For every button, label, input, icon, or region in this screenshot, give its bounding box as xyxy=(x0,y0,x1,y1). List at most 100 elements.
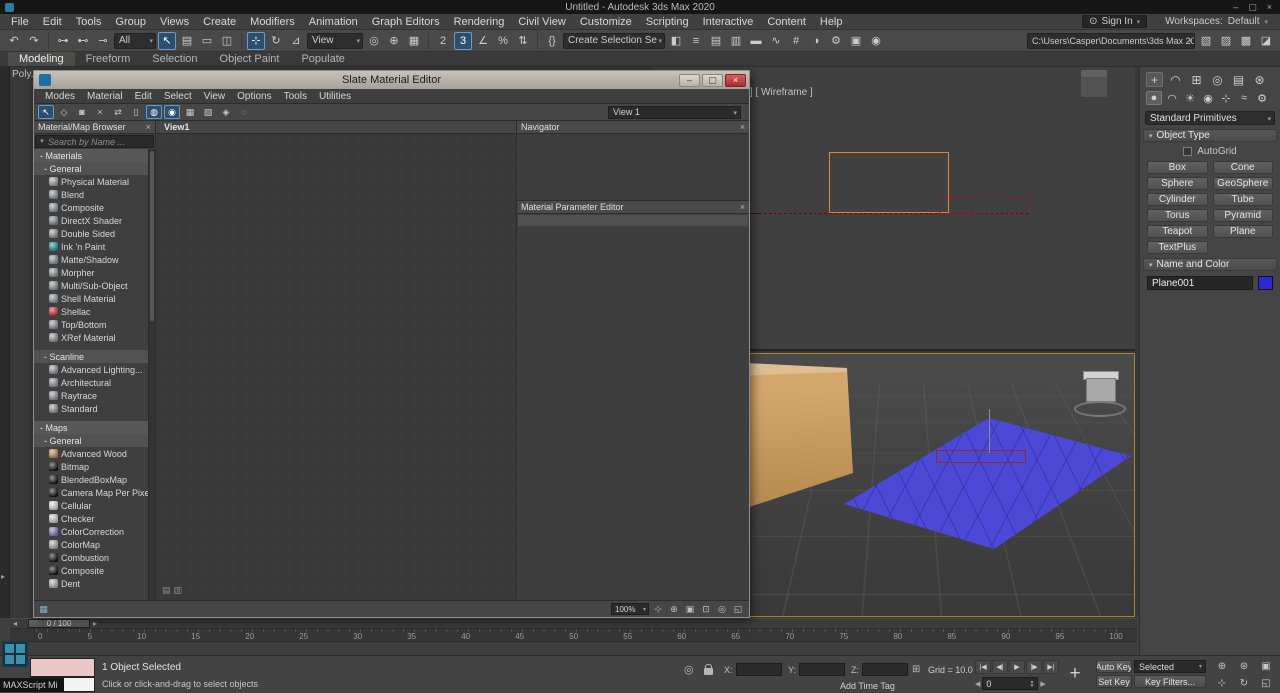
browser-item-combustion[interactable]: Combustion xyxy=(34,551,148,564)
browser-item-cellular[interactable]: Cellular xyxy=(34,499,148,512)
show-shaded-material-icon[interactable]: ◍ xyxy=(146,105,162,119)
auto-key-button[interactable]: Auto Key xyxy=(1096,660,1132,673)
go-to-start-button[interactable]: |◀ xyxy=(975,660,991,674)
close-icon[interactable]: × xyxy=(740,202,745,212)
previous-frame-arrow[interactable]: ◂ xyxy=(10,619,20,628)
mirror-icon[interactable]: ◧ xyxy=(667,32,685,50)
space-warps-category-icon[interactable]: ≈ xyxy=(1236,91,1252,105)
sphere-button[interactable]: Sphere xyxy=(1147,177,1208,190)
next-frame-arrow[interactable]: ▸ xyxy=(90,619,100,628)
display-tab-icon[interactable]: ▤ xyxy=(1230,72,1247,87)
browser-item-top-bottom[interactable]: Top/Bottom xyxy=(34,318,148,331)
autogrid-checkbox[interactable] xyxy=(1183,147,1192,156)
browser-item-double-sided[interactable]: Double Sided xyxy=(34,227,148,240)
browser-item-physical-material[interactable]: Physical Material xyxy=(34,175,148,188)
display-window-icon[interactable]: ▩ xyxy=(1237,32,1255,50)
torus-button[interactable]: Torus xyxy=(1147,209,1208,222)
select-and-scale-icon[interactable]: ⊿ xyxy=(287,32,305,50)
zoom-region-icon[interactable]: ⊡ xyxy=(699,603,713,616)
isolate-selection-icon[interactable]: ◎ xyxy=(684,663,694,676)
selection-region-icon[interactable]: ▭ xyxy=(198,32,216,50)
keyboard-override-icon[interactable]: ▦ xyxy=(405,32,423,50)
object-color-swatch[interactable] xyxy=(1258,276,1273,290)
window-crossing-icon[interactable]: ◫ xyxy=(218,32,236,50)
navigator-body[interactable] xyxy=(517,134,749,201)
spinner-snap-icon[interactable]: ⇅ xyxy=(514,32,532,50)
add-time-tag[interactable]: Add Time Tag xyxy=(840,681,895,691)
close-icon[interactable]: × xyxy=(740,122,745,132)
spinner-icon[interactable]: ▲▼ xyxy=(1029,680,1034,688)
teapot-button[interactable]: Teapot xyxy=(1147,225,1208,238)
snap-2d-icon[interactable]: 2 xyxy=(434,32,452,50)
zoom-extents-icon[interactable]: ▣ xyxy=(683,603,697,616)
maximize-view-icon[interactable]: ◱ xyxy=(731,603,745,616)
menu-item[interactable]: Interactive xyxy=(696,16,761,28)
viewcube-ring[interactable] xyxy=(1074,401,1126,417)
select-tool-icon[interactable]: ↖ xyxy=(38,105,54,119)
zoom-tool-icon[interactable]: ⊕ xyxy=(667,603,681,616)
ribbon-tab[interactable]: Modeling xyxy=(8,52,75,66)
hide-unused-nodeslots-icon[interactable]: ▯ xyxy=(128,105,144,119)
menu-item[interactable]: Create xyxy=(196,16,243,28)
selection-filter-dropdown[interactable]: All xyxy=(114,33,156,49)
undo-icon[interactable]: ↶ xyxy=(5,32,23,50)
slate-menu-item[interactable]: View xyxy=(198,91,232,102)
menu-item[interactable]: Help xyxy=(813,16,850,28)
browser-item-architectural[interactable]: Architectural xyxy=(34,376,148,389)
browser-group-maps-general[interactable]: - General xyxy=(34,434,148,447)
slate-menu-item[interactable]: Tools xyxy=(278,91,313,102)
browser-header[interactable]: Material/Map Browser × xyxy=(34,121,155,134)
menu-item[interactable]: Views xyxy=(153,16,196,28)
curve-editor-icon[interactable]: ∿ xyxy=(767,32,785,50)
lock-selection-icon[interactable] xyxy=(704,668,713,675)
unlink-selection-icon[interactable]: ⊷ xyxy=(74,32,92,50)
search-dropdown-icon[interactable]: ▼ xyxy=(39,139,45,145)
scrollbar-thumb[interactable] xyxy=(150,151,154,321)
pan-to-selected-icon[interactable]: ◎ xyxy=(715,603,729,616)
shapes-category-icon[interactable]: ◠ xyxy=(1164,91,1180,105)
layers-window-icon[interactable]: ▨ xyxy=(1217,32,1235,50)
pick-material-icon[interactable]: ◇ xyxy=(56,105,72,119)
menu-item[interactable]: Scripting xyxy=(639,16,696,28)
canvas-note-icon[interactable]: ▤ xyxy=(162,585,171,596)
box-wireframe[interactable] xyxy=(829,152,949,213)
param-editor-header[interactable]: Material Parameter Editor × xyxy=(517,201,749,214)
sign-in-button[interactable]: ⊙ Sign In ▾ xyxy=(1082,15,1147,28)
box-button[interactable]: Box xyxy=(1147,161,1208,174)
browser-item-standard[interactable]: Standard xyxy=(34,402,148,415)
maximize-button[interactable]: ▢ xyxy=(1248,2,1257,13)
ribbon-tab[interactable]: Populate xyxy=(290,52,355,66)
browser-group-maps[interactable]: - Maps xyxy=(34,421,148,434)
browser-item-checker[interactable]: Checker xyxy=(34,512,148,525)
lights-category-icon[interactable]: ☀ xyxy=(1182,91,1198,105)
close-icon[interactable]: × xyxy=(146,122,151,132)
reference-coordinate-dropdown[interactable]: View xyxy=(307,33,363,49)
ribbon-toggle-icon[interactable]: ▬ xyxy=(747,32,765,50)
pan-icon[interactable]: ⊹ xyxy=(1212,676,1232,691)
menu-item[interactable]: Civil View xyxy=(511,16,572,28)
param-editor-body[interactable] xyxy=(517,227,749,600)
angle-snap-icon[interactable]: ∠ xyxy=(474,32,492,50)
y-coordinate-field[interactable] xyxy=(799,663,845,676)
menu-item[interactable]: Animation xyxy=(302,16,365,28)
slate-maximize-button[interactable]: ▢ xyxy=(702,74,723,87)
search-input[interactable]: ▼ Search by Name ... xyxy=(35,135,154,148)
slate-menu-item[interactable]: Utilities xyxy=(313,91,357,102)
viewcube[interactable] xyxy=(1073,368,1129,424)
selection-set-dropdown[interactable]: Selected xyxy=(1134,660,1206,673)
pyramid-button[interactable]: Pyramid xyxy=(1213,209,1274,222)
track-bar[interactable]: 0510152025303540455055606570758085909510… xyxy=(10,629,1137,642)
key-filters-button[interactable]: Key Filters... xyxy=(1134,675,1206,688)
zoom-extents-icon[interactable]: ▣ xyxy=(1256,659,1276,674)
browser-item-blendedboxmap[interactable]: BlendedBoxMap xyxy=(34,473,148,486)
helpers-category-icon[interactable]: ⊹ xyxy=(1218,91,1234,105)
browser-item-composite[interactable]: Composite xyxy=(34,201,148,214)
set-key-button[interactable]: Set Key xyxy=(1096,675,1132,688)
zoom-all-icon[interactable]: ⊛ xyxy=(1234,659,1254,674)
browser-item-xref-material[interactable]: XRef Material xyxy=(34,331,148,344)
object-name-field[interactable]: Plane001 xyxy=(1147,276,1253,290)
maximize-viewport-icon[interactable]: ◱ xyxy=(1256,676,1276,691)
select-and-manipulate-icon[interactable]: ⊕ xyxy=(385,32,403,50)
select-and-rotate-icon[interactable]: ↻ xyxy=(267,32,285,50)
transform-gizmo-z-axis[interactable] xyxy=(989,409,990,453)
